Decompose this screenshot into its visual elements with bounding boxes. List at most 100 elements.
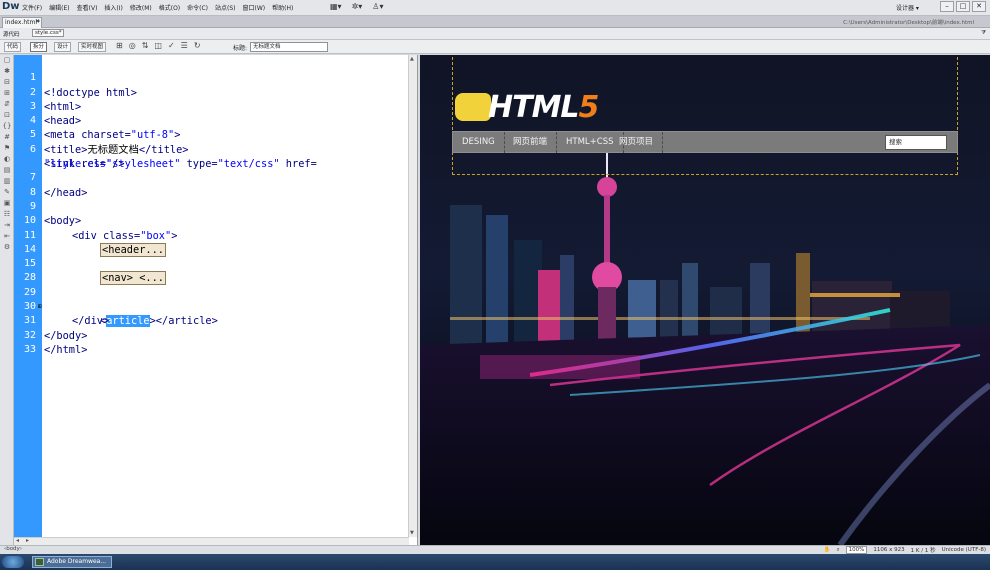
code-line: 10 <div class="box">	[14, 200, 409, 241]
scroll-up-icon[interactable]: ▲	[410, 56, 414, 62]
filter-icon[interactable]: ⧩	[981, 30, 986, 37]
code-editor[interactable]: 1 <!doctype html> 2 <html> 3 <head> 4 <m…	[14, 55, 418, 545]
close-window-button[interactable]: ✕	[972, 1, 986, 12]
extend-icon[interactable]: ✲▾	[352, 2, 363, 11]
outdent-icon[interactable]: ⇤	[0, 231, 14, 242]
code-line: 32 </html>	[14, 314, 409, 356]
preview-browser-icon[interactable]: ◎	[129, 41, 136, 50]
code-line: 9 <body>	[14, 186, 409, 227]
line-numbers-icon[interactable]: #	[0, 132, 14, 143]
code-line: 7 </head>	[14, 157, 409, 198]
menu-site[interactable]: 站点(S)	[215, 3, 236, 12]
open-documents-icon[interactable]: ▢	[0, 55, 14, 66]
code-vertical-scrollbar[interactable]: ▲ ▼	[408, 55, 417, 537]
menu-window[interactable]: 窗口(W)	[243, 3, 266, 12]
coding-toolbar: ▢ ✱ ⊟ ⊞ ⇵ ⊡ {} # ⚑ ◐ ▤ ▥ ✎ ▣ ☷ ⇥ ⇤ ⚙	[0, 55, 14, 545]
menu-commands[interactable]: 命令(C)	[187, 3, 208, 12]
select-parent-tag-icon[interactable]: ⊡	[0, 110, 14, 121]
expand-all-icon[interactable]: ⇵	[0, 99, 14, 110]
menu-modify[interactable]: 修改(M)	[130, 3, 152, 12]
code-view-button[interactable]: 代码	[4, 42, 22, 52]
validate-icon[interactable]: ✓	[168, 41, 175, 50]
logo-text: HTML	[488, 89, 580, 125]
indent-icon[interactable]: ⇥	[0, 220, 14, 231]
collapse-tag-icon[interactable]: ⊟	[0, 77, 14, 88]
code-line: 30 </div>	[14, 286, 409, 327]
menu-bar: Dw 文件(F) 编辑(E) 查看(V) 插入(I) 修改(M) 格式(O) 命…	[0, 0, 990, 16]
html5-logo: HTML 5	[455, 89, 599, 125]
menu-file[interactable]: 文件(F)	[22, 3, 42, 12]
code-line: 14	[14, 229, 409, 255]
code-line: 2 <html>	[14, 71, 409, 113]
multiscreen-icon[interactable]: ⊞	[116, 41, 123, 50]
code-line: 4 <meta charset="utf-8">	[14, 100, 409, 141]
check-browser-icon[interactable]: ☰	[181, 41, 188, 50]
scroll-right-icon[interactable]: ▸	[26, 537, 29, 544]
nav-item-desing[interactable]: DESING	[453, 132, 505, 153]
live-preview-pane[interactable]: HTML 5 DESING 网页前端 HTML+CSS 网页项目 搜索	[420, 55, 990, 545]
show-code-navigator-icon[interactable]: ✱	[0, 66, 14, 77]
close-tab-icon[interactable]: ×	[35, 18, 40, 25]
apply-comment-icon[interactable]: ▤	[0, 165, 14, 176]
line-number: 33	[23, 343, 36, 355]
taskbar-button-label: Adobe Dreamwea...	[47, 558, 107, 565]
collapse-selection-icon[interactable]: ⊞	[0, 88, 14, 99]
recent-snippets-icon[interactable]: ▣	[0, 198, 14, 209]
zoom-select[interactable]: 100%	[845, 546, 868, 554]
document-toolbar: 代码 拆分 设计 实时视图 ⊞ ◎ ⇅ ◫ ✓ ☰ ↻ 标题: 无标题文档	[0, 40, 990, 54]
document-tab-index[interactable]: index.html* ×	[2, 17, 42, 28]
code-line: 11 <header...	[14, 214, 409, 257]
nav-item-frontend[interactable]: 网页前端	[504, 132, 558, 153]
logo-sun-shape	[455, 93, 491, 121]
refresh-icon[interactable]: ↻	[194, 41, 201, 50]
menubar-tools: ▦▾ ✲▾ ♙▾	[330, 2, 383, 11]
zoom-tool-icon[interactable]: ⌕	[837, 547, 840, 554]
taskbar-dreamweaver-button[interactable]: Adobe Dreamwea...	[32, 556, 112, 568]
code-text: </html>	[44, 343, 88, 356]
workspace-switcher[interactable]: 设计器 ▾	[896, 3, 919, 12]
code-line: 5 <title>无标题文档</title>	[14, 114, 409, 155]
visual-aids-icon[interactable]: ◫	[154, 41, 162, 50]
minimize-button[interactable]: –	[940, 1, 954, 12]
document-tab-bar: index.html* × C:\Users\Administrator\Des…	[0, 16, 990, 28]
preview-nav-bar: DESING 网页前端 HTML+CSS 网页项目 搜索	[452, 131, 958, 153]
code-line: 31 </body>	[14, 300, 409, 341]
syntax-coloring-icon[interactable]: ◐	[0, 154, 14, 165]
related-file-source[interactable]: 源代码	[3, 30, 20, 38]
code-line: 29 ⊞ <article></article>	[14, 272, 409, 328]
code-line: 15 <nav> <...	[14, 243, 409, 286]
menu-format[interactable]: 格式(O)	[159, 3, 180, 12]
menu-edit[interactable]: 编辑(E)	[49, 3, 69, 12]
nav-item-projects[interactable]: 网页项目	[610, 132, 664, 153]
code-line: 33	[14, 329, 409, 355]
split-view-button[interactable]: 拆分	[30, 42, 48, 52]
scroll-left-icon[interactable]: ◂	[16, 537, 19, 544]
format-source-icon[interactable]: ⚙	[0, 242, 14, 253]
live-view-button[interactable]: 实时视图	[78, 42, 107, 52]
related-files-bar: 源代码 style.css* ⧩	[0, 28, 990, 40]
maximize-button[interactable]: □	[956, 1, 970, 12]
code-horizontal-scrollbar[interactable]: ◂ ▸	[14, 537, 409, 545]
file-management-icon[interactable]: ⇅	[142, 41, 149, 50]
start-button[interactable]	[2, 556, 24, 568]
menu-view[interactable]: 查看(V)	[77, 3, 98, 12]
related-file-css[interactable]: style.css*	[32, 29, 65, 37]
menu-help[interactable]: 帮助(H)	[272, 3, 293, 12]
wrap-tag-icon[interactable]: ✎	[0, 187, 14, 198]
code-line: 8	[14, 171, 409, 198]
hand-tool-icon[interactable]: ✋	[824, 547, 831, 553]
title-input[interactable]: 无标题文档	[250, 42, 328, 52]
highlight-invalid-icon[interactable]: ⚑	[0, 143, 14, 154]
tag-selector[interactable]: ‹body›	[4, 546, 22, 552]
move-css-icon[interactable]: ☷	[0, 209, 14, 220]
title-label: 标题:	[233, 45, 248, 52]
layout-icon[interactable]: ▦▾	[330, 2, 342, 11]
design-view-button[interactable]: 设计	[54, 42, 72, 52]
balance-braces-icon[interactable]: {}	[0, 121, 14, 132]
remove-comment-icon[interactable]: ▥	[0, 176, 14, 187]
window-size[interactable]: 1106 x 923	[873, 547, 904, 553]
search-input[interactable]: 搜索	[885, 135, 947, 150]
scroll-down-icon[interactable]: ▼	[410, 530, 414, 536]
site-icon[interactable]: ♙▾	[372, 2, 383, 11]
menu-insert[interactable]: 插入(I)	[104, 3, 122, 12]
